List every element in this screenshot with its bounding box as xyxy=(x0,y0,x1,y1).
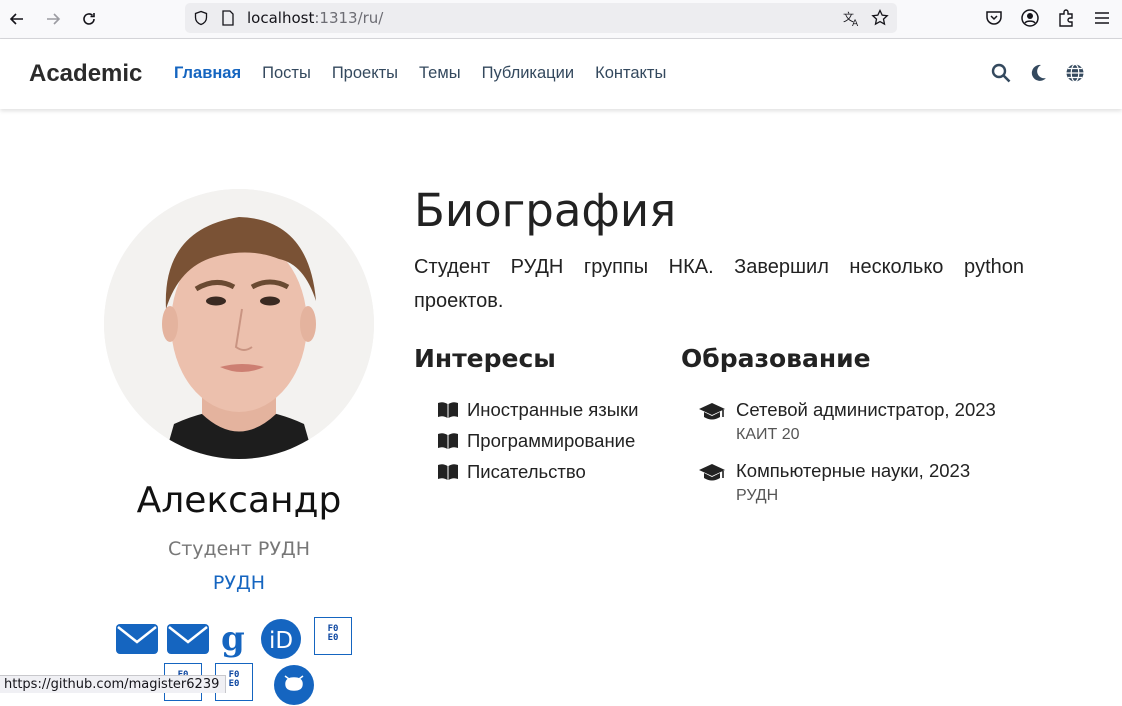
menu-item-contacts[interactable]: Контакты xyxy=(595,64,666,83)
svg-text:A: A xyxy=(852,19,859,27)
interest-item: Писательство xyxy=(437,461,586,483)
education-course: Сетевой администратор, 2023 xyxy=(736,399,996,420)
menu-item-publications[interactable]: Публикации xyxy=(482,64,575,83)
interest-item: Программирование xyxy=(437,430,635,452)
orcid-icon[interactable]: iD xyxy=(260,618,302,660)
forward-icon[interactable] xyxy=(42,8,64,30)
link-status-tooltip: https://github.com/magister6239 xyxy=(0,675,227,693)
book-open-icon xyxy=(438,402,458,418)
interest-label: Иностранные языки xyxy=(467,399,639,420)
education-title: Образование xyxy=(681,344,871,373)
extensions-icon[interactable] xyxy=(1056,8,1076,28)
menu-item-tags[interactable]: Темы xyxy=(419,64,461,83)
book-open-icon xyxy=(438,433,458,449)
dark-mode-moon-icon[interactable] xyxy=(1028,63,1048,83)
url-text[interactable]: localhost:1313/ru/ xyxy=(247,9,383,27)
browser-toolbar: localhost:1313/ru/ 文A xyxy=(0,0,1122,39)
translate-icon[interactable]: 文A xyxy=(843,9,861,27)
logo-icon[interactable]: F0E0 xyxy=(314,617,352,655)
account-icon[interactable] xyxy=(1020,8,1040,28)
menu-item-posts[interactable]: Посты xyxy=(262,64,311,83)
reload-icon[interactable] xyxy=(78,8,100,30)
shield-icon[interactable] xyxy=(193,10,209,26)
interest-item: Иностранные языки xyxy=(437,399,639,421)
address-bar[interactable]: localhost:1313/ru/ 文A xyxy=(185,3,897,33)
interest-label: Программирование xyxy=(467,430,636,451)
graduation-cap-icon xyxy=(699,403,725,420)
profile-role: Студент РУДН xyxy=(167,538,311,560)
svg-text:iD: iD xyxy=(269,628,293,654)
interests-title: Интересы xyxy=(414,344,556,373)
menu-item-home[interactable]: Главная xyxy=(174,64,241,83)
profile-name: Александр xyxy=(136,480,342,521)
biography-text: Студент РУДН группы НКА. Завершил нескол… xyxy=(414,256,1024,312)
profile-organization[interactable]: РУДН xyxy=(104,572,374,594)
menu-item-projects[interactable]: Проекты xyxy=(332,64,398,83)
site-brand[interactable]: Academic xyxy=(29,60,142,88)
education-item: Сетевой администратор, 2023 КАИТ 20 xyxy=(698,399,996,444)
education-item: Компьютерные науки, 2023 РУДН xyxy=(698,460,970,505)
github-icon[interactable] xyxy=(273,664,315,706)
search-icon[interactable] xyxy=(991,63,1011,83)
site-navbar: Academic Главная Посты Проекты Темы Публ… xyxy=(0,39,1122,109)
bookmark-star-icon[interactable] xyxy=(871,9,889,27)
interest-label: Писательство xyxy=(467,461,586,482)
book-open-icon xyxy=(438,464,458,480)
svg-text:g: g xyxy=(221,620,245,658)
pocket-icon[interactable] xyxy=(984,8,1004,28)
envelope-icon[interactable] xyxy=(115,622,159,656)
education-institution: КАИТ 20 xyxy=(736,426,800,443)
envelope-icon[interactable] xyxy=(166,622,210,656)
graduation-cap-icon xyxy=(699,464,725,481)
education-institution: РУДН xyxy=(736,487,779,504)
menu-icon[interactable] xyxy=(1092,8,1112,28)
google-scholar-icon[interactable]: g xyxy=(219,620,251,658)
education-course: Компьютерные науки, 2023 xyxy=(736,460,971,481)
profile-avatar xyxy=(104,189,374,459)
language-globe-icon[interactable] xyxy=(1065,63,1085,83)
biography-title: Биография xyxy=(414,184,677,237)
back-icon[interactable] xyxy=(6,8,28,30)
page-icon[interactable] xyxy=(221,10,235,26)
main-menu: Главная Посты Проекты Темы Публикации Ко… xyxy=(174,64,687,83)
